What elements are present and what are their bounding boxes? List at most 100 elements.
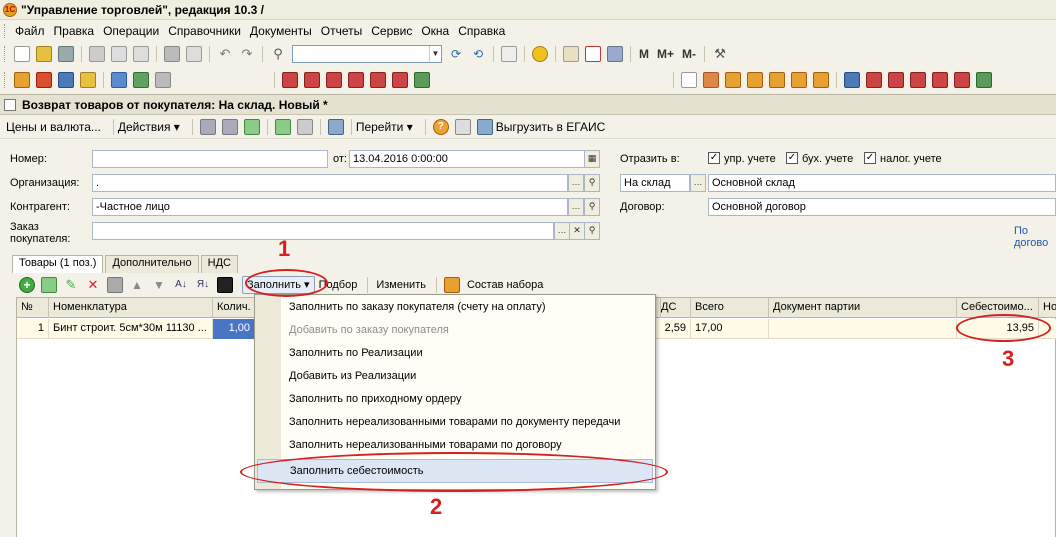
move-icon[interactable] [866,72,882,88]
warehouse-type-select-button[interactable]: … [690,174,706,192]
price-4-icon[interactable] [791,72,807,88]
users-icon[interactable] [607,46,623,62]
calculator-icon[interactable] [563,46,579,62]
calendar-picker-icon[interactable]: ▦ [584,150,600,168]
move-5-icon[interactable] [954,72,970,88]
price-2-icon[interactable] [747,72,763,88]
redo-icon[interactable]: ↷ [239,46,255,62]
menu-add-from-sale[interactable]: Добавить из Реализации [289,370,416,382]
memory-button[interactable]: M [639,47,649,61]
cell-item[interactable]: Бинт строит. 5см*30м 11130 ... [49,319,213,339]
undo-icon[interactable]: ↶ [217,46,233,62]
order-select-button[interactable]: … [554,222,570,240]
end-edit-icon[interactable] [107,277,123,293]
accounting-checkbox[interactable]: ✓ [786,152,798,164]
search-icon[interactable]: ⚲ [270,46,286,62]
find-prev-icon[interactable]: ⟲ [470,46,486,62]
menu-edit[interactable]: Правка [54,24,95,38]
partners-icon[interactable] [111,72,127,88]
memory-plus-button[interactable]: M+ [657,47,674,61]
move-4-icon[interactable] [932,72,948,88]
transfer-icon[interactable] [844,72,860,88]
customer-order-field[interactable] [92,222,554,240]
number-field[interactable] [92,150,328,168]
prices-currency-button[interactable]: Цены и валюта... [6,120,101,134]
price-3-icon[interactable] [769,72,785,88]
sum-doc-3-icon[interactable] [392,72,408,88]
edit-row-icon[interactable]: ✎ [63,277,79,293]
menu-file[interactable]: Файл [15,24,45,38]
find-next-icon[interactable]: ⟳ [448,46,464,62]
menu-documents[interactable]: Документы [250,24,312,38]
organization-select-button[interactable]: … [568,174,584,192]
post-icon[interactable] [221,118,238,135]
col-header-batch-doc[interactable]: Документ партии [769,298,957,318]
new-document-icon[interactable] [14,46,30,62]
paste-icon[interactable] [133,46,149,62]
col-header-item[interactable]: Номенклатура [49,298,213,318]
move-ok-icon[interactable] [976,72,992,88]
cell-batch-doc[interactable] [769,319,957,339]
menu-service[interactable]: Сервис [371,24,412,38]
col-header-qty[interactable]: Колич. [213,298,255,318]
barcode-icon[interactable] [217,277,233,293]
new-doc-icon[interactable] [681,72,697,88]
open-folder-icon[interactable] [36,46,52,62]
egais-icon[interactable] [476,118,493,135]
menu-fill-by-sale[interactable]: Заполнить по Реализации [289,347,423,359]
warehouse-field[interactable]: Основной склад [708,174,1056,192]
cell-number[interactable]: 1 [17,319,49,339]
cell-qty[interactable]: 1,00 [213,319,255,339]
sum-doc-icon[interactable] [348,72,364,88]
tab-additional[interactable]: Дополнительно [105,255,199,273]
change-button[interactable]: Изменить [376,279,426,291]
catalog-icon[interactable] [14,72,30,88]
actions-menu-button[interactable]: Действия ▾ [118,120,180,134]
cell-total[interactable]: 17,00 [691,319,769,339]
warehouse-type-field[interactable]: На склад [620,174,690,192]
move-down-icon[interactable]: ▼ [151,277,167,293]
save-icon[interactable] [58,46,74,62]
menu-fill-by-customer-order[interactable]: Заполнить по заказу покупателя (счету на… [289,301,546,313]
return-doc-icon[interactable] [326,72,342,88]
cell-vat[interactable]: 2,59 [657,319,691,339]
contract-link[interactable]: По догово [1014,225,1056,249]
goods-icon[interactable] [36,72,52,88]
col-header-number[interactable]: № [17,298,49,318]
window-icon[interactable] [501,46,517,62]
tab-goods[interactable]: Товары (1 поз.) [12,255,104,273]
col-header-next[interactable]: Но [1039,298,1056,318]
move-3-icon[interactable] [910,72,926,88]
menu-add-by-customer-order[interactable]: Добавить по заказу покупателя [289,324,449,336]
sort-asc-icon[interactable]: A↓ [173,277,189,293]
col-header-total[interactable]: Всего [691,298,769,318]
sale-doc-icon[interactable] [304,72,320,88]
tab-vat[interactable]: НДС [200,255,238,273]
chevron-down-icon[interactable]: ▼ [429,46,441,62]
clear-icon[interactable]: ✕ [569,222,585,240]
table-icon[interactable] [133,72,149,88]
approve-doc-icon[interactable] [414,72,430,88]
move-2-icon[interactable] [888,72,904,88]
organization-field[interactable]: . [92,174,568,192]
purchase-doc-icon[interactable] [282,72,298,88]
menu-windows[interactable]: Окна [421,24,449,38]
organization-open-icon[interactable]: ⚲ [584,174,600,192]
add-row-icon[interactable]: + [19,277,35,293]
calendar-icon[interactable] [585,46,601,62]
info-icon[interactable] [532,46,548,62]
sort-desc-icon[interactable]: Я↓ [195,277,211,293]
egais-export-button[interactable]: Выгрузить в ЕГАИС [496,120,606,134]
delete-row-icon[interactable]: ✕ [85,277,101,293]
sum-doc-2-icon[interactable] [370,72,386,88]
base-on-icon[interactable] [274,118,291,135]
tools-icon[interactable]: ⚒ [712,46,728,62]
copy-icon[interactable] [111,46,127,62]
refresh-icon[interactable] [243,118,260,135]
search-combobox[interactable]: ▼ [292,45,442,63]
menu-reports[interactable]: Отчеты [321,24,362,38]
warehouse-icon[interactable] [58,72,74,88]
help-icon[interactable]: ? [432,118,449,135]
structure-icon[interactable] [296,118,313,135]
chart-icon[interactable] [155,72,171,88]
